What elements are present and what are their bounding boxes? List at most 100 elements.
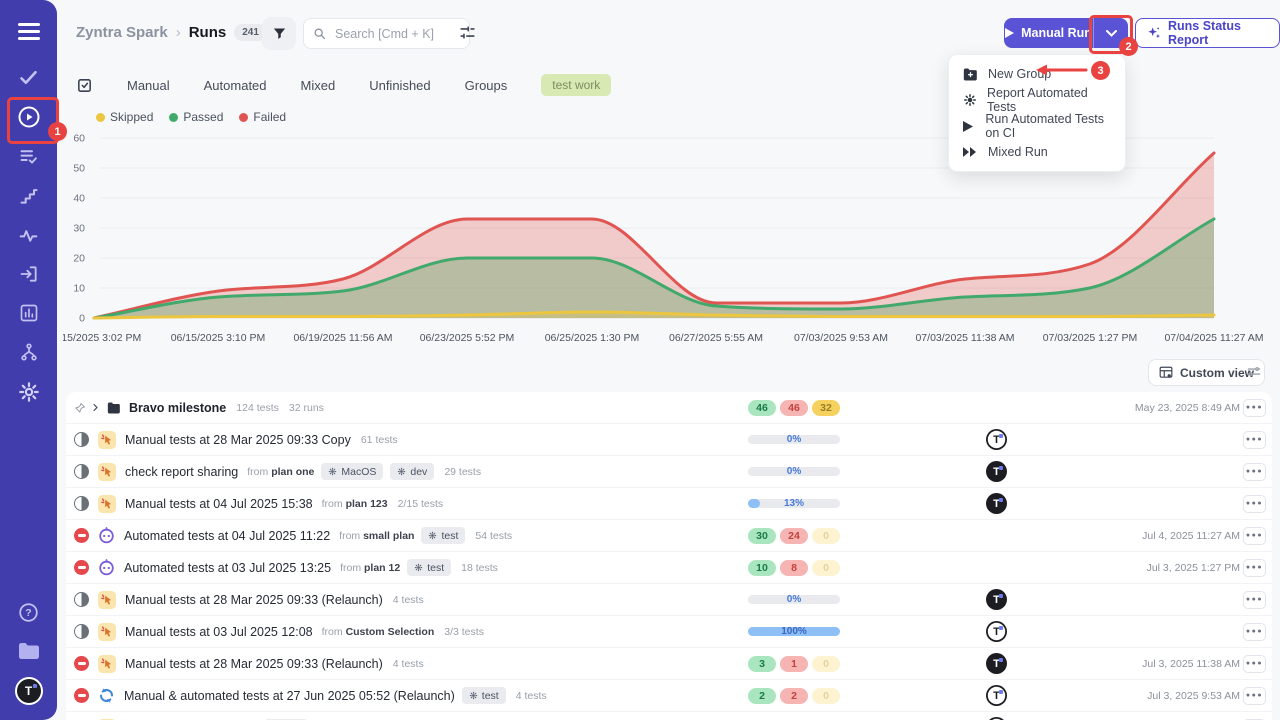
run-source-plan: from small plan — [339, 530, 414, 542]
user-avatar[interactable]: T — [0, 677, 57, 705]
env-tag: MacOS — [321, 463, 383, 480]
menu-item-label: New Group — [988, 67, 1051, 81]
assignee-avatar[interactable]: T — [986, 653, 1007, 674]
progress-bar: 0% — [748, 465, 840, 479]
run-row[interactable]: Manual tests at 04 Jul 2025 15:38 from p… — [66, 487, 1272, 519]
breadcrumb-project[interactable]: Zyntra Spark — [76, 24, 168, 41]
assignee-avatar[interactable]: T — [986, 685, 1007, 706]
row-actions-button[interactable]: ●●● — [1243, 623, 1266, 641]
run-row[interactable]: Manual & automated tests at 27 Jun 2025 … — [66, 679, 1272, 711]
run-title[interactable]: check report sharing — [125, 465, 238, 479]
menu-item-new-group[interactable]: New Group — [949, 61, 1125, 87]
run-title[interactable]: Manual tests at 03 Jul 2025 12:08 — [125, 625, 313, 639]
display-settings-icon[interactable] — [459, 24, 476, 46]
run-row[interactable]: Automated tests at 03 Jul 2025 13:25 fro… — [66, 551, 1272, 583]
assignee-avatar[interactable]: T — [986, 493, 1007, 514]
group-title[interactable]: Bravo milestone — [129, 401, 226, 415]
run-row[interactable]: Manual tests at 28 Mar 2025 09:33 (Relau… — [66, 583, 1272, 615]
tab-manual[interactable]: Manual — [127, 78, 170, 93]
run-row[interactable]: Mixed origin (Relaunch) test 5/8 tests 6… — [66, 711, 1272, 720]
play-icon — [1005, 28, 1014, 38]
row-actions-button[interactable]: ●●● — [1243, 463, 1266, 481]
reports-bar-chart-icon[interactable] — [0, 299, 57, 327]
manual-run-button[interactable]: Manual Run — [1004, 18, 1093, 48]
assignee-avatar[interactable]: T — [986, 429, 1007, 450]
menu-item-run-automated-tests-ci[interactable]: Run Automated Tests on CI — [949, 113, 1125, 139]
assignee-avatar[interactable]: T — [986, 621, 1007, 642]
row-actions-button[interactable]: ●●● — [1243, 687, 1266, 705]
env-tag: dev — [390, 463, 434, 480]
run-row[interactable]: Manual tests at 03 Jul 2025 12:08 from C… — [66, 615, 1272, 647]
run-title[interactable]: Manual tests at 28 Mar 2025 09:33 Copy — [125, 433, 351, 447]
legend-dot-skipped — [96, 113, 105, 122]
run-row[interactable]: Manual tests at 28 Mar 2025 09:33 (Relau… — [66, 647, 1272, 679]
hamburger-menu-icon[interactable] — [0, 18, 57, 46]
group-tests-count: 124 tests — [236, 402, 279, 414]
run-tests-count: 2/15 tests — [398, 498, 444, 510]
legend-dot-passed — [169, 113, 178, 122]
row-actions-button[interactable]: ●●● — [1243, 527, 1266, 545]
row-actions-button[interactable]: ●●● — [1243, 431, 1266, 449]
row-actions-button[interactable]: ●●● — [1243, 399, 1266, 417]
result-badges: 2 2 0 — [748, 688, 840, 704]
menu-item-report-automated-tests[interactable]: Report Automated Tests — [949, 87, 1125, 113]
manual-run-dropdown-toggle[interactable] — [1093, 18, 1128, 48]
settings-gear-icon[interactable] — [0, 378, 57, 406]
play-icon — [963, 121, 975, 132]
tab-mixed[interactable]: Mixed — [301, 78, 336, 93]
result-badges: 10 8 0 — [748, 560, 840, 576]
x-axis-tick: 06/15/2025 3:02 PM — [63, 332, 159, 344]
expand-chevron-icon[interactable] — [91, 402, 100, 413]
run-row[interactable]: Automated tests at 04 Jul 2025 11:22 fro… — [66, 519, 1272, 551]
filter-button[interactable] — [262, 17, 296, 50]
app-window: ? T Zyntra Spark › Runs 241 — [0, 0, 1280, 720]
runs-play-circle-icon[interactable] — [0, 103, 57, 131]
tab-unfinished[interactable]: Unfinished — [369, 78, 430, 93]
search-input[interactable] — [333, 26, 447, 42]
run-title[interactable]: Manual & automated tests at 27 Jun 2025 … — [124, 689, 455, 703]
run-title[interactable]: Manual tests at 28 Mar 2025 09:33 (Relau… — [125, 593, 383, 607]
assignee-avatar[interactable]: T — [986, 461, 1007, 482]
tab-automated[interactable]: Automated — [204, 78, 267, 93]
run-tests-count: 4 tests — [393, 658, 424, 670]
row-actions-button[interactable]: ●●● — [1243, 559, 1266, 577]
x-axis-tick: 07/03/2025 11:38 AM — [900, 332, 1030, 344]
select-all-icon[interactable] — [76, 77, 93, 94]
projects-folder-icon[interactable] — [0, 637, 57, 665]
help-icon[interactable]: ? — [0, 598, 57, 626]
assignee-avatar[interactable]: T — [986, 589, 1007, 610]
run-row[interactable]: Manual tests at 28 Mar 2025 09:33 Copy 6… — [66, 423, 1272, 455]
run-title[interactable]: Manual tests at 04 Jul 2025 15:38 — [125, 497, 313, 511]
fast-forward-icon — [963, 147, 978, 157]
test-plans-list-icon[interactable] — [0, 142, 57, 170]
row-actions-button[interactable]: ●●● — [1243, 591, 1266, 609]
tab-groups[interactable]: Groups — [465, 78, 508, 93]
env-tag: test — [462, 687, 506, 704]
run-row[interactable]: check report sharing from plan one MacOS… — [66, 455, 1272, 487]
search-box[interactable] — [303, 18, 470, 49]
legend-label: Failed — [253, 110, 286, 124]
run-title[interactable]: Automated tests at 03 Jul 2025 13:25 — [124, 561, 331, 575]
columns-settings-icon[interactable] — [1246, 364, 1262, 384]
run-title[interactable]: Manual tests at 28 Mar 2025 09:33 (Relau… — [125, 657, 383, 671]
tab-test-work[interactable]: test work — [541, 74, 611, 96]
manual-run-icon — [98, 431, 116, 449]
automated-run-icon — [98, 559, 115, 576]
activity-pulse-icon[interactable] — [0, 221, 57, 249]
menu-item-mixed-run[interactable]: Mixed Run — [949, 139, 1125, 165]
tests-check-icon[interactable] — [0, 63, 57, 91]
runs-status-report-button[interactable]: Runs Status Report — [1135, 18, 1280, 48]
group-row-bravo-milestone[interactable]: Bravo milestone 124 tests 32 runs 46 46 … — [66, 392, 1272, 423]
progress-percent: 100% — [748, 625, 840, 639]
skipped-count-badge: 0 — [812, 528, 840, 544]
failed-count-badge: 24 — [780, 528, 808, 544]
run-title[interactable]: Automated tests at 04 Jul 2025 11:22 — [124, 529, 330, 543]
row-actions-button[interactable]: ●●● — [1243, 655, 1266, 673]
status-aborted-icon — [74, 528, 89, 543]
import-arrow-icon[interactable] — [0, 260, 57, 288]
milestones-steps-icon[interactable] — [0, 182, 57, 210]
row-actions-button[interactable]: ●●● — [1243, 495, 1266, 513]
traceability-branch-icon[interactable] — [0, 338, 57, 366]
x-axis-tick: 07/03/2025 9:53 AM — [776, 332, 906, 344]
chart-x-axis-labels: 06/15/2025 3:02 PM06/15/2025 3:10 PM06/1… — [63, 332, 1280, 347]
